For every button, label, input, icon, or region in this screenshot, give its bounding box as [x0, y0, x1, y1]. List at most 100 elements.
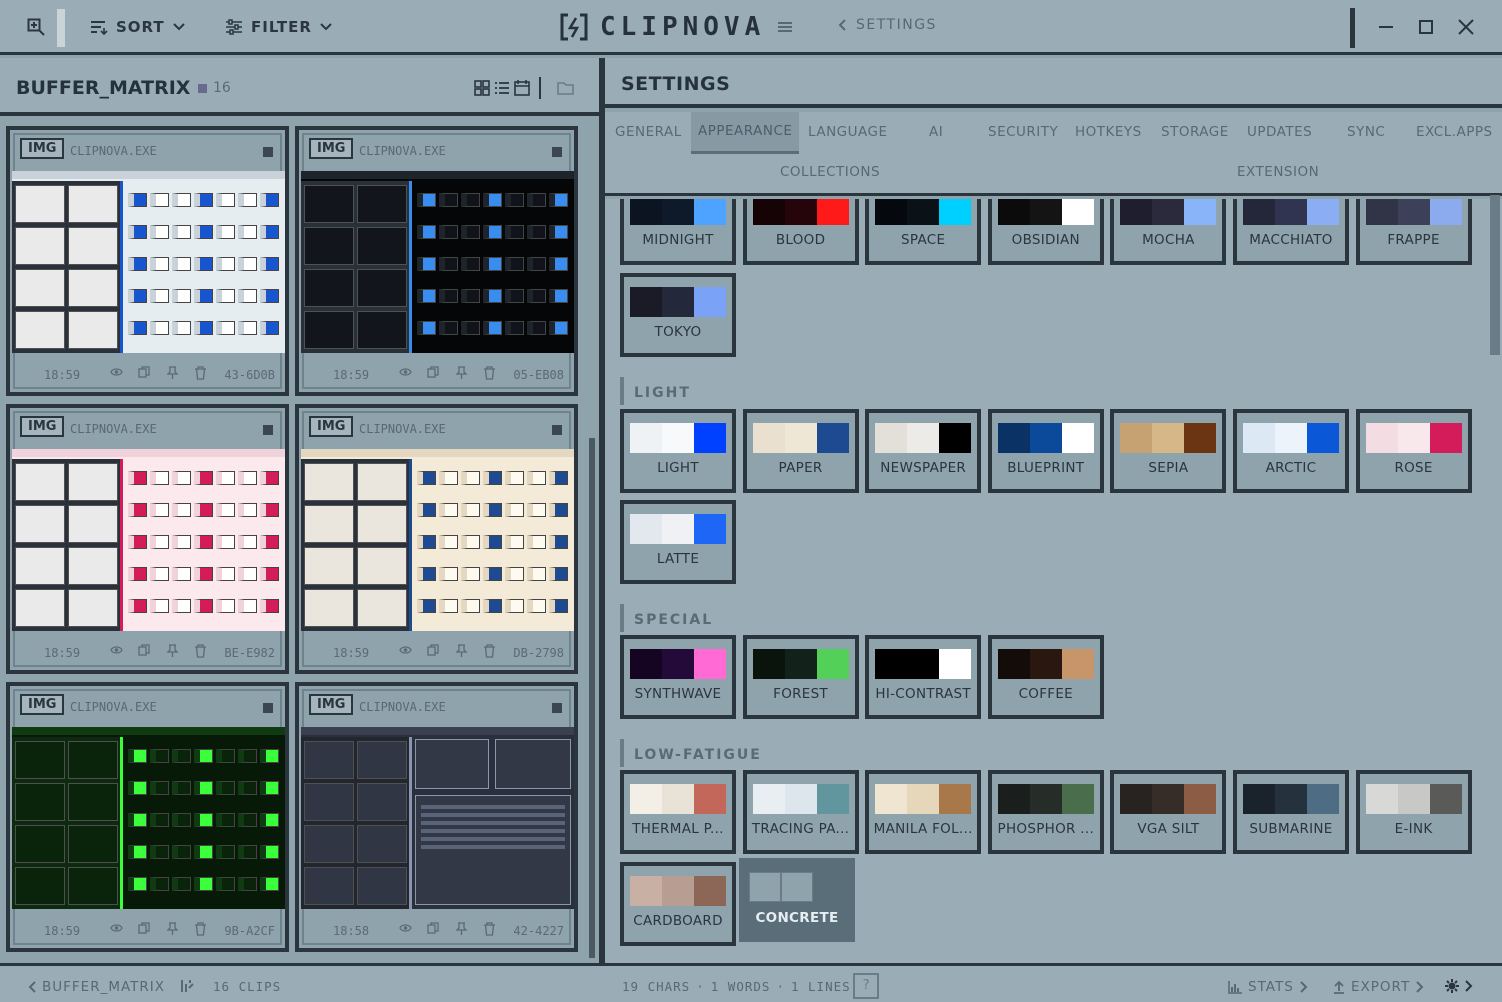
minimize-icon[interactable]: [1374, 15, 1398, 39]
theme-tile[interactable]: SYNTHWAVE: [620, 635, 736, 719]
select-checkbox[interactable]: [552, 147, 562, 157]
theme-tile[interactable]: TOKYO: [620, 273, 736, 357]
theme-tile[interactable]: VGA SILT: [1110, 770, 1227, 854]
theme-tile[interactable]: MIDNIGHT: [620, 199, 736, 265]
tab-ai[interactable]: AI: [929, 124, 943, 140]
select-checkbox[interactable]: [552, 425, 562, 435]
calendar-view-icon[interactable]: [514, 79, 530, 96]
select-checkbox[interactable]: [552, 703, 562, 713]
theme-tile[interactable]: PHOSPHOR ...: [987, 770, 1104, 854]
eye-icon[interactable]: [110, 366, 123, 380]
select-checkbox[interactable]: [263, 425, 273, 435]
theme-tile[interactable]: TRACING PA...: [742, 770, 859, 854]
pin-icon[interactable]: [455, 922, 468, 936]
trash-icon[interactable]: [194, 644, 207, 658]
pin-icon[interactable]: [455, 644, 468, 658]
status-breadcrumb[interactable]: BUFFER_MATRIX: [28, 979, 165, 995]
tab-general[interactable]: GENERAL: [615, 124, 682, 140]
tab-excl-apps[interactable]: EXCL.APPS: [1416, 124, 1493, 140]
theme-tile[interactable]: SPACE: [865, 199, 982, 265]
pin-icon[interactable]: [455, 366, 468, 380]
pin-stats-icon[interactable]: [180, 979, 194, 993]
copy-icon[interactable]: [427, 922, 440, 936]
clip-card[interactable]: IMG CLIPNOVA.EXE 18:59 9B-A2CF: [6, 682, 289, 952]
tab-storage[interactable]: STORAGE: [1161, 124, 1229, 140]
select-checkbox[interactable]: [263, 703, 273, 713]
eye-icon[interactable]: [110, 644, 123, 658]
theme-tile[interactable]: E-INK: [1355, 770, 1472, 854]
eye-icon[interactable]: [399, 644, 412, 658]
theme-tile[interactable]: BLOOD: [742, 199, 859, 265]
trash-icon[interactable]: [483, 922, 496, 936]
theme-tile[interactable]: FRAPPE: [1355, 199, 1472, 265]
export-button[interactable]: EXPORT: [1333, 979, 1424, 995]
filter-button[interactable]: FILTER: [225, 18, 332, 36]
copy-icon[interactable]: [427, 366, 440, 380]
clip-thumbnail[interactable]: [12, 727, 285, 909]
pin-icon[interactable]: [166, 644, 179, 658]
pin-icon[interactable]: [166, 366, 179, 380]
tab-collections[interactable]: COLLECTIONS: [780, 164, 880, 180]
theme-tile[interactable]: OBSIDIAN: [987, 199, 1104, 265]
theme-tile[interactable]: LATTE: [620, 500, 736, 584]
theme-tile[interactable]: MACCHIATO: [1233, 199, 1349, 265]
eye-icon[interactable]: [399, 366, 412, 380]
eye-icon[interactable]: [110, 922, 123, 936]
theme-tile[interactable]: THERMAL P...: [620, 770, 736, 854]
help-button[interactable]: ?: [853, 973, 879, 999]
pin-icon[interactable]: [166, 922, 179, 936]
list-view-icon[interactable]: [494, 80, 510, 96]
theme-tile[interactable]: SEPIA: [1110, 409, 1227, 493]
copy-icon[interactable]: [138, 922, 151, 936]
close-icon[interactable]: [1454, 15, 1478, 39]
tab-updates[interactable]: UPDATES: [1247, 124, 1312, 140]
clip-card[interactable]: IMG CLIPNOVA.EXE 18:59 05-EB08: [295, 126, 578, 396]
trash-icon[interactable]: [483, 644, 496, 658]
theme-tile[interactable]: COFFEE: [987, 635, 1104, 719]
settings-button[interactable]: [1445, 979, 1473, 993]
clip-card[interactable]: IMG CLIPNOVA.EXE 18:58 42-4227: [295, 682, 578, 952]
theme-tile[interactable]: NEWSPAPER: [865, 409, 982, 493]
theme-tile[interactable]: FOREST: [742, 635, 859, 719]
copy-icon[interactable]: [427, 644, 440, 658]
tab-hotkeys[interactable]: HOTKEYS: [1075, 124, 1142, 140]
tab-extension[interactable]: EXTENSION: [1237, 164, 1319, 180]
tab-sync[interactable]: SYNC: [1347, 124, 1385, 140]
settings-breadcrumb[interactable]: SETTINGS: [838, 17, 937, 33]
clip-thumbnail[interactable]: [301, 171, 574, 353]
buffer-scrollbar[interactable]: [589, 438, 595, 958]
trash-icon[interactable]: [194, 366, 207, 380]
tab-language[interactable]: LANGUAGE: [808, 124, 888, 140]
theme-tile[interactable]: CARDBOARD: [620, 862, 736, 946]
theme-tile[interactable]: SUBMARINE: [1233, 770, 1349, 854]
trash-icon[interactable]: [194, 922, 207, 936]
folder-icon[interactable]: [557, 81, 574, 95]
theme-tile[interactable]: MOCHA: [1110, 199, 1227, 265]
stats-button[interactable]: STATS: [1228, 979, 1308, 995]
clip-card[interactable]: IMG CLIPNOVA.EXE 18:59 43-6D0B: [6, 126, 289, 396]
clip-card[interactable]: IMG CLIPNOVA.EXE 18:59 DB-2798: [295, 404, 578, 674]
theme-tile[interactable]: PAPER: [742, 409, 859, 493]
theme-tile[interactable]: ARCTIC: [1233, 409, 1349, 493]
copy-icon[interactable]: [138, 366, 151, 380]
tab-appearance[interactable]: APPEARANCE: [691, 112, 800, 154]
tab-security[interactable]: SECURITY: [988, 124, 1058, 140]
menu-icon[interactable]: [777, 20, 793, 34]
settings-scrollbar[interactable]: [1490, 195, 1500, 355]
clip-thumbnail[interactable]: [12, 171, 285, 353]
copy-icon[interactable]: [138, 644, 151, 658]
theme-tile[interactable]: ROSE: [1355, 409, 1472, 493]
theme-tile[interactable]: MANILA FOL...: [865, 770, 982, 854]
clip-thumbnail[interactable]: [301, 449, 574, 631]
eye-icon[interactable]: [399, 922, 412, 936]
maximize-icon[interactable]: [1414, 15, 1438, 39]
theme-tile[interactable]: CONCRETE: [739, 858, 855, 942]
theme-tile[interactable]: HI-CONTRAST: [865, 635, 982, 719]
zoom-icon[interactable]: [27, 18, 45, 36]
clip-thumbnail[interactable]: [12, 449, 285, 631]
grid-view-icon[interactable]: [474, 80, 490, 96]
clip-card[interactable]: IMG CLIPNOVA.EXE 18:59 BE-E982: [6, 404, 289, 674]
theme-tile[interactable]: BLUEPRINT: [987, 409, 1104, 493]
theme-tile[interactable]: LIGHT: [620, 409, 736, 493]
select-checkbox[interactable]: [263, 147, 273, 157]
